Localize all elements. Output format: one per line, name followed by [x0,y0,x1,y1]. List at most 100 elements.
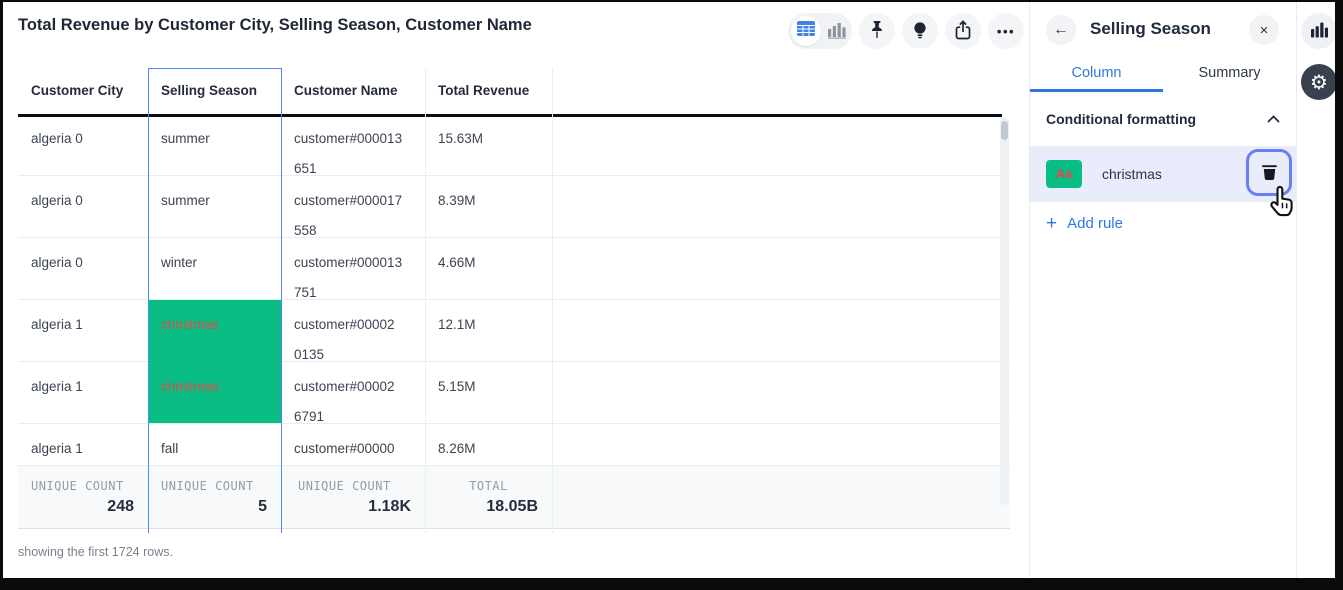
summary-value: 18.05B [425,493,552,516]
summary-cell-filler [552,466,1010,528]
back-arrow-icon: ← [1053,21,1069,39]
gear-icon: ⚙ [1310,72,1328,92]
cell-customer-name[interactable]: customer#000017 558 [281,176,425,238]
column-divider [425,68,426,533]
share-icon [954,20,972,43]
more-options-button[interactable]: ••• [988,13,1024,49]
cell-selling-season[interactable]: summer [148,114,281,176]
rule-color-swatch: Aa [1046,160,1082,188]
cell-total-revenue[interactable]: 5.15M [425,362,552,424]
column-header-customer-name[interactable]: Customer Name [281,68,425,114]
app-window: Total Revenue by Customer City, Selling … [3,2,1335,578]
rail-settings-button[interactable]: ⚙ [1301,64,1335,100]
add-rule-button[interactable]: + Add rule [1046,214,1123,233]
table-row: algeria 1 christmas customer#00002 6791 … [18,362,1010,424]
column-header-customer-city[interactable]: Customer City [18,68,148,114]
summary-label: UNIQUE COUNT [148,466,281,493]
column-divider [552,68,553,533]
summary-label: UNIQUE COUNT [18,466,148,493]
cell-total-revenue[interactable]: 15.63M [425,114,552,176]
summary-value: 248 [18,493,148,516]
cell-selling-season[interactable]: fall [148,424,281,465]
rail-chart-button[interactable] [1301,13,1335,49]
table-row: algeria 0 winter customer#000013 751 4.6… [18,238,1010,300]
add-rule-label: Add rule [1067,215,1123,232]
trash-icon [1262,163,1277,183]
cell-customer-name[interactable]: customer#000013 651 [281,114,425,176]
cell-customer-city[interactable]: algeria 0 [18,114,148,176]
lightbulb-icon [912,21,928,42]
cell-selling-season[interactable]: summer [148,176,281,238]
ellipsis-icon: ••• [997,25,1015,38]
tab-column[interactable]: Column [1030,58,1163,92]
summary-value: 5 [148,493,281,516]
table-row: algeria 0 summer customer#000013 651 15.… [18,114,1010,176]
cell-selling-season-highlighted[interactable]: christmas [148,362,281,424]
share-button[interactable] [945,13,981,49]
conditional-formatting-section-header[interactable]: Conditional formatting [1046,110,1280,128]
cell-customer-city[interactable]: algeria 1 [18,362,148,424]
page-title: Total Revenue by Customer City, Selling … [18,16,532,35]
table-scrollbar-thumb[interactable] [1001,121,1008,140]
column-header-selling-season[interactable]: Selling Season [148,68,281,114]
row-count-note: showing the first 1724 rows. [18,545,173,559]
summary-cell: UNIQUE COUNT 1.18K [281,466,425,528]
summary-cell: TOTAL 18.05B [425,466,552,528]
cell-total-revenue[interactable]: 8.26M [425,424,552,465]
cell-selling-season[interactable]: winter [148,238,281,300]
cell-customer-name[interactable]: customer#000013 751 [281,238,425,300]
close-button[interactable]: × [1249,15,1279,45]
cell-customer-name[interactable]: customer#00002 6791 [281,362,425,424]
bar-chart-icon [1311,22,1328,41]
summary-value: 1.18K [281,493,425,516]
panel-tabs: Column Summary [1030,58,1296,92]
cell-total-revenue[interactable]: 12.1M [425,300,552,362]
screenshot-frame: Total Revenue by Customer City, Selling … [0,0,1343,590]
pin-button[interactable] [859,13,895,49]
cell-customer-city[interactable]: algeria 0 [18,238,148,300]
summary-label: UNIQUE COUNT [281,466,425,493]
cell-customer-name[interactable]: customer#00000 [281,424,425,465]
table-view-button[interactable] [791,16,821,46]
back-button[interactable]: ← [1046,15,1076,45]
section-title: Conditional formatting [1046,111,1196,127]
table-summary-row: UNIQUE COUNT 248 UNIQUE COUNT 5 UNIQUE C… [18,465,1010,529]
selected-column-top-border [148,68,281,69]
table-scrollbar-track[interactable] [1000,118,1009,505]
insights-button[interactable] [902,13,938,49]
cursor-pointer-image [1264,183,1300,224]
panel-header: ← Selling Season × [1030,2,1296,54]
cell-customer-city[interactable]: algeria 0 [18,176,148,238]
active-tab-underline [1030,89,1163,92]
chart-view-button[interactable] [828,22,846,44]
plus-icon: + [1046,214,1057,233]
column-header-total-revenue[interactable]: Total Revenue [425,68,552,114]
tab-summary[interactable]: Summary [1163,58,1296,92]
cell-filler [552,362,1010,424]
cell-customer-name[interactable]: customer#00002 0135 [281,300,425,362]
formatting-rule-row[interactable]: Aa christmas [1030,146,1296,202]
cell-filler [552,300,1010,362]
header-divider [18,114,1002,117]
cell-filler [552,424,1010,465]
bar-chart-icon [828,26,846,43]
visualization-toggle [788,13,852,49]
rule-label: christmas [1102,146,1162,202]
summary-cell: UNIQUE COUNT 5 [148,466,281,528]
table-row: algeria 1 fall customer#00000 8.26M [18,424,1010,465]
results-table: Customer City Selling Season Customer Na… [18,68,1010,529]
cell-customer-city[interactable]: algeria 1 [18,300,148,362]
pin-icon [869,21,885,42]
cell-total-revenue[interactable]: 8.39M [425,176,552,238]
column-header-filler [552,68,1010,114]
toolbar: ••• [788,13,1024,49]
cell-selling-season-highlighted[interactable]: christmas [148,300,281,362]
cell-customer-city[interactable]: algeria 1 [18,424,148,465]
selected-column-left-border [148,68,149,533]
cell-total-revenue[interactable]: 4.66M [425,238,552,300]
cell-filler [552,238,1010,300]
table-row: algeria 1 christmas customer#00002 0135 … [18,300,1010,362]
table-row: algeria 0 summer customer#000017 558 8.3… [18,176,1010,238]
cell-filler [552,114,1010,176]
chevron-up-icon [1267,110,1280,128]
